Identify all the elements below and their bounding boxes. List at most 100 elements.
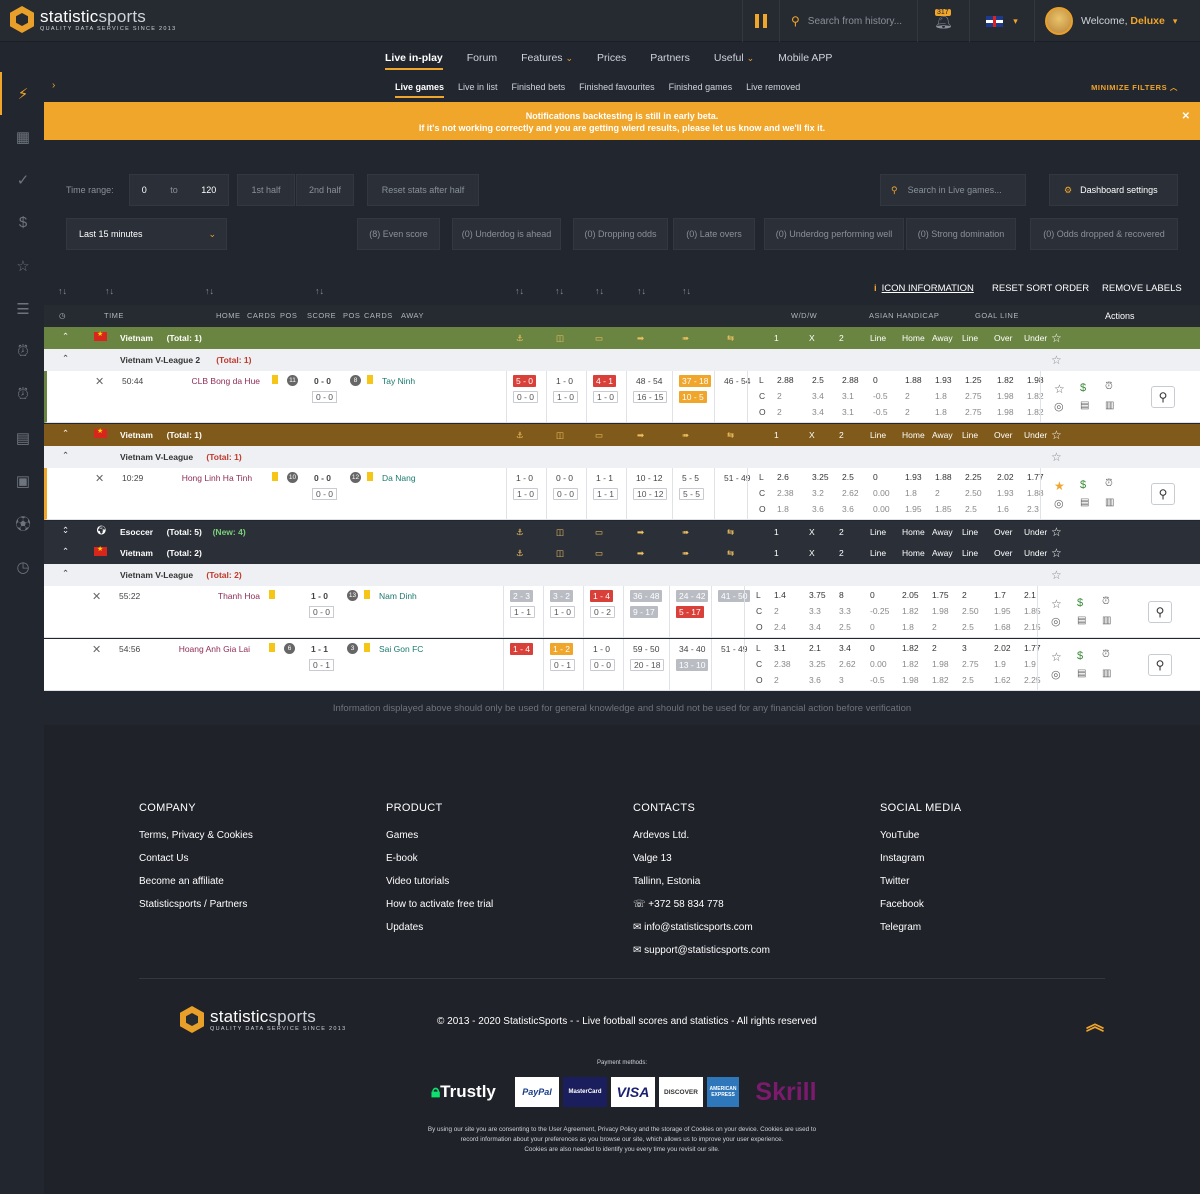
footer-link-terms[interactable]: Terms, Privacy & Cookies — [139, 824, 253, 847]
match-row[interactable]: ✕ 50:44 CLB Bong da Hue 11 0 - 0 0 - 0 8 Tay Ni… — [44, 371, 1200, 423]
footer-link-ebook[interactable]: E-book — [386, 847, 493, 870]
nav-mobile-app[interactable]: Mobile APP — [778, 52, 832, 64]
footer-link-contact[interactable]: Contact Us — [139, 847, 253, 870]
nav-live-in-play[interactable]: Live in-play — [385, 52, 443, 70]
bet-dollar-icon[interactable]: $ — [1080, 479, 1086, 491]
away-team[interactable]: Da Nang — [382, 473, 416, 483]
group-corners-icon[interactable]: ▭ — [595, 430, 603, 441]
match-row[interactable]: ✕ 54:56 Hoang Anh Gia Lai 6 1 - 1 0 - 1 3 Sai G… — [44, 639, 1200, 691]
second-half-button[interactable]: 2nd half — [296, 174, 354, 206]
first-half-button[interactable]: 1st half — [237, 174, 295, 206]
collapse-icon[interactable]: ⌃ — [62, 546, 69, 557]
language-selector[interactable]: ▾ — [970, 0, 1035, 42]
instagram-icon[interactable]: ◎ — [1054, 400, 1064, 413]
reset-sort-order-button[interactable]: RESET SORT ORDER — [992, 283, 1089, 294]
chip-odds-dropped-recovered[interactable]: (0) Odds dropped & recovered — [1030, 218, 1178, 250]
footer-link-updates[interactable]: Updates — [386, 916, 493, 939]
time-range-to[interactable]: 120 — [201, 185, 216, 195]
collapse-icon[interactable]: ⌃ — [62, 428, 69, 439]
clipboard-icon[interactable]: ▤ — [1077, 615, 1086, 626]
remove-icon[interactable]: ✕ — [92, 643, 101, 656]
pause-button[interactable] — [742, 0, 780, 42]
group-corners-icon[interactable]: ▭ — [595, 527, 603, 538]
league-row[interactable]: ⌃ Vietnam V-League 2 (Total: 1) ☆ — [44, 349, 1200, 371]
country-group-row[interactable]: ⌃ ⌄ 🌍︎ Esoccer (Total: 5) (New: 4) ⚓︎ ◫ ▭ ➡ ➠ ⇆ 1 X 2… — [44, 521, 1200, 543]
group-attacks-icon[interactable]: ➡ — [637, 527, 644, 538]
country-group-row[interactable]: ⌃ Vietnam (Total: 1) ⚓︎ ◫ ▭ ➡ ➠ ⇆ 1 X 2 Line Home Awa… — [44, 327, 1200, 349]
group-attacks-icon[interactable]: ➡ — [637, 548, 644, 559]
clipboard-icon[interactable]: ▤ — [1080, 497, 1089, 508]
time-range-input[interactable]: 0 to 120 — [129, 174, 229, 206]
user-menu[interactable]: Welcome, Deluxe ▾ — [1045, 7, 1177, 35]
table-icon[interactable]: ▤ — [0, 416, 44, 459]
bet-dollar-icon[interactable]: $ — [1077, 597, 1083, 609]
scroll-top-icon[interactable]: ︽ — [1086, 1010, 1104, 1036]
group-dangerous-attacks-icon[interactable]: ➠ — [682, 430, 689, 441]
tab-finished-bets[interactable]: Finished bets — [512, 82, 566, 92]
stopwatch-icon[interactable]: ◷ — [0, 545, 44, 588]
view-details-button[interactable]: ⚲ — [1148, 654, 1172, 676]
col-time[interactable]: TIME — [104, 311, 124, 320]
favourite-star-icon[interactable]: ☆ — [1054, 382, 1065, 396]
group-dangerous-attacks-icon[interactable]: ➠ — [682, 333, 689, 344]
group-shots-icon[interactable]: ◫ — [556, 430, 564, 441]
group-corners-icon[interactable]: ▭ — [595, 333, 603, 344]
footer-link-partners[interactable]: Statisticsports / Partners — [139, 893, 253, 916]
minimize-filters-button[interactable]: MINIMIZE FILTERS ︿ — [1091, 82, 1178, 93]
star-icon[interactable]: ☆ — [0, 244, 44, 287]
tab-finished-games[interactable]: Finished games — [669, 82, 733, 92]
live-games-search[interactable]: ⚲ Search in Live games... — [880, 174, 1026, 206]
group-attacks-icon[interactable]: ➡ — [637, 430, 644, 441]
chip-dropping-odds[interactable]: (0) Dropping odds — [573, 218, 668, 250]
home-team[interactable]: CLB Bong da Hue — [192, 376, 261, 386]
collapse-icon[interactable]: ⌃ — [62, 450, 69, 461]
expand-icon[interactable]: ⌄ — [62, 525, 69, 536]
footer-link-free-trial[interactable]: How to activate free trial — [386, 893, 493, 916]
footer-link-telegram[interactable]: Telegram — [880, 916, 961, 939]
star-icon[interactable]: ☆ — [1051, 331, 1062, 345]
group-possession-icon[interactable]: ⇆ — [727, 527, 734, 538]
bet-dollar-icon[interactable]: $ — [1077, 650, 1083, 662]
alarm-settings-icon[interactable]: ⏰︎ — [0, 373, 44, 416]
chip-underdog-performing[interactable]: (0) Underdog performing well — [764, 218, 904, 250]
away-team[interactable]: Sai Gon FC — [379, 644, 423, 654]
bet-dollar-icon[interactable]: $ — [1080, 382, 1086, 394]
footer-link-youtube[interactable]: YouTube — [880, 824, 961, 847]
favourite-star-icon[interactable]: ☆ — [1051, 597, 1062, 611]
match-row[interactable]: ✕ 55:22 Thanh Hoa 1 - 0 0 - 0 13 Nam Dinh 2 - 3… — [44, 586, 1200, 638]
remove-icon[interactable]: ✕ — [95, 472, 104, 485]
star-icon[interactable]: ☆ — [1051, 568, 1062, 582]
instagram-icon[interactable]: ◎ — [1054, 497, 1064, 510]
logo[interactable]: statisticsports QUALITY DATA SERVICE SIN… — [10, 6, 177, 33]
footer-logo[interactable]: statisticsports QUALITY DATA SERVICE SIN… — [180, 1006, 347, 1033]
chip-strong-domination[interactable]: (0) Strong domination — [906, 218, 1016, 250]
group-attacks-icon[interactable]: ➡ — [637, 333, 644, 344]
group-shots-icon[interactable]: ◫ — [556, 527, 564, 538]
history-search[interactable]: ⚲ Search from history... — [781, 0, 918, 42]
list-icon[interactable]: ☰ — [0, 287, 44, 330]
contact-email-info[interactable]: ✉ info@statisticsports.com — [633, 916, 770, 939]
star-icon[interactable]: ☆ — [1051, 428, 1062, 442]
stats-chart-icon[interactable]: ▥ — [1105, 497, 1114, 508]
alarm-icon[interactable]: ⏰︎ — [1105, 381, 1113, 392]
alarm-icon[interactable]: ⏰︎ — [1105, 478, 1113, 489]
nav-useful[interactable]: Useful ⌄ — [714, 52, 754, 64]
col-away[interactable]: AWAY — [401, 311, 424, 320]
group-dangerous-attacks-icon[interactable]: ➠ — [682, 527, 689, 538]
nav-partners[interactable]: Partners — [650, 52, 690, 64]
group-possession-icon[interactable]: ⇆ — [727, 333, 734, 344]
soccer-ball-icon[interactable]: ⚽︎ — [0, 502, 44, 545]
live-icon[interactable]: ⚡︎ — [0, 72, 44, 115]
tab-live-in-list[interactable]: Live in list — [458, 82, 498, 92]
scoreboard-icon[interactable]: ▣ — [0, 459, 44, 502]
tab-finished-favourites[interactable]: Finished favourites — [579, 82, 655, 92]
collapse-icon[interactable]: ⌃ — [62, 353, 69, 364]
star-icon[interactable]: ☆ — [1051, 525, 1062, 539]
group-corners-icon[interactable]: ▭ — [595, 548, 603, 559]
nav-features[interactable]: Features ⌄ — [521, 52, 573, 64]
view-details-button[interactable]: ⚲ — [1151, 483, 1175, 505]
instagram-icon[interactable]: ◎ — [1051, 615, 1061, 628]
dashboard-settings-button[interactable]: ⚙︎ Dashboard settings — [1049, 174, 1178, 206]
view-details-button[interactable]: ⚲ — [1148, 601, 1172, 623]
chip-even-score[interactable]: (8) Even score — [357, 218, 440, 250]
